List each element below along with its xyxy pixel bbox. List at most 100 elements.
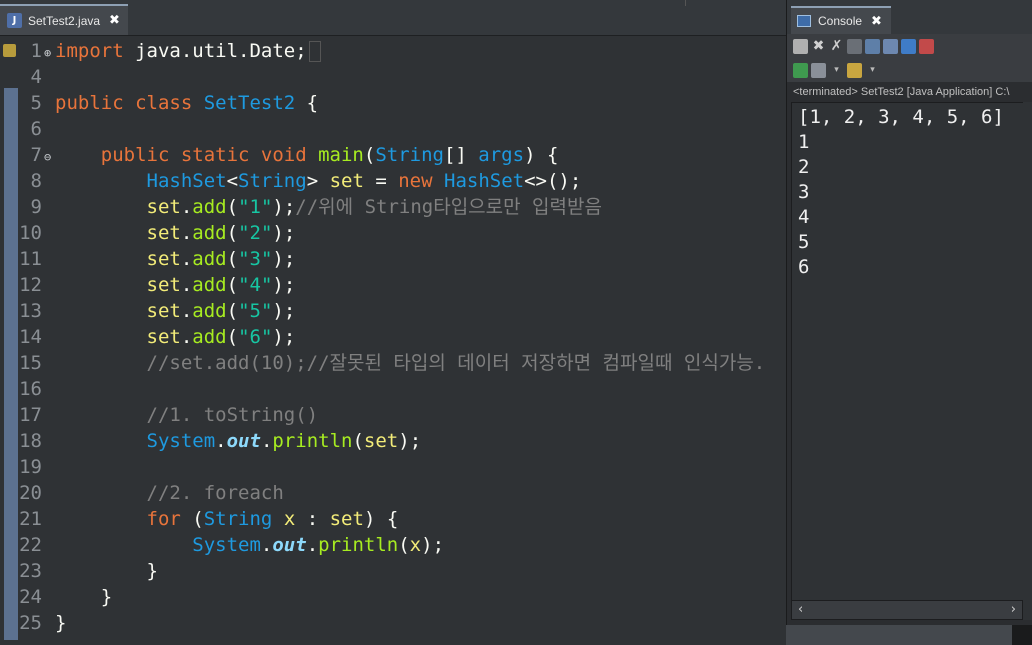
code-area[interactable]: 1 ⊕ import java.util.Date; 4 5 public class S… xyxy=(0,36,786,645)
warning-marker-icon[interactable] xyxy=(3,44,16,57)
code-token: . xyxy=(180,274,193,296)
open-console-icon[interactable] xyxy=(793,62,808,78)
code-line[interactable]: 14 set.add("6"); xyxy=(0,324,786,350)
code-line[interactable]: 15 //set.add(10);//잘못된 타입의 데이터 저장하면 컴파일때… xyxy=(0,350,786,376)
code-line[interactable]: 1 ⊕ import java.util.Date; xyxy=(0,38,786,64)
terminate-icon[interactable] xyxy=(793,38,808,54)
corner-block xyxy=(1012,625,1032,645)
vertical-scrollbar[interactable] xyxy=(1023,102,1032,620)
code-line[interactable]: 21 for (String x : set) { xyxy=(0,506,786,532)
display-console-icon[interactable] xyxy=(811,62,826,78)
code-line[interactable]: 23 } xyxy=(0,558,786,584)
code-token: ); xyxy=(272,326,296,348)
code-line[interactable]: 4 xyxy=(0,64,786,90)
display-selected-icon[interactable] xyxy=(919,38,934,54)
tab-title: SetTest2.java xyxy=(28,13,101,28)
code-line[interactable]: 24 } xyxy=(0,584,786,610)
code-line[interactable]: 22 System.out.println(x); xyxy=(0,532,786,558)
code-token: <>(); xyxy=(524,170,582,192)
code-line[interactable]: 9 set.add("1");//위에 String타입으로만 입력받음 xyxy=(0,194,786,220)
code-line[interactable]: 5 public class SetTest2 { xyxy=(0,90,786,116)
line-content: } xyxy=(55,610,66,636)
code-token: } xyxy=(55,612,67,634)
line-number: 17 xyxy=(19,404,42,426)
code-editor: J SetTest2.java ✖ 1 ⊕ import java.util.Dat… xyxy=(0,0,786,645)
console-output[interactable]: [1, 2, 3, 4, 5, 6] 1 2 3 4 5 6 xyxy=(791,102,1025,602)
line-number: 22 xyxy=(19,534,42,556)
scroll-right-icon[interactable]: › xyxy=(1011,602,1016,617)
line-number: 15 xyxy=(19,352,42,374)
code-token: //set.add(10);//잘못된 타입의 데이터 저장하면 컴파일때 인식… xyxy=(55,352,766,374)
tab-settest2-java[interactable]: J SetTest2.java ✖ xyxy=(0,4,128,35)
code-line[interactable]: 6 xyxy=(0,116,786,142)
code-token: public static void xyxy=(55,144,319,166)
remove-launch-icon[interactable]: ✖ xyxy=(811,38,826,54)
scroll-lock-icon[interactable] xyxy=(865,38,880,54)
code-line[interactable]: 25} xyxy=(0,610,786,636)
code-token: ( xyxy=(226,222,239,244)
console-output-line: [1, 2, 3, 4, 5, 6] xyxy=(798,106,1004,128)
chevron-down-icon[interactable]: ▾ xyxy=(829,63,844,78)
code-token: . xyxy=(260,430,273,452)
code-token: . xyxy=(180,196,193,218)
code-line[interactable]: 16 xyxy=(0,376,786,402)
code-token: ( xyxy=(226,326,239,348)
code-token: HashSet xyxy=(55,170,227,192)
code-token: ); xyxy=(398,430,422,452)
status-strip xyxy=(786,625,1032,645)
code-line[interactable]: 18 System.out.println(set); xyxy=(0,428,786,454)
code-token: { xyxy=(295,92,319,114)
code-line[interactable]: 17 //1. toString() xyxy=(0,402,786,428)
code-line[interactable]: 11 set.add("3"); xyxy=(0,246,786,272)
code-token: ( xyxy=(398,534,410,556)
pin-console-icon[interactable] xyxy=(901,38,916,54)
code-line[interactable]: 7 ⊖ public static void main(String[] args… xyxy=(0,142,786,168)
clear-console-icon[interactable] xyxy=(847,38,862,54)
word-wrap-icon[interactable] xyxy=(883,38,898,54)
code-token: println xyxy=(318,534,399,556)
code-line[interactable]: 13 set.add("5"); xyxy=(0,298,786,324)
code-token: ( xyxy=(192,508,204,530)
ide-window: J SetTest2.java ✖ 1 ⊕ import java.util.Dat… xyxy=(0,0,1032,645)
code-token: main xyxy=(318,144,364,166)
new-console-icon[interactable] xyxy=(847,62,862,78)
close-icon[interactable]: ✖ xyxy=(871,14,882,29)
horizontal-scrollbar[interactable]: ‹ › xyxy=(791,600,1023,620)
chevron-down-icon[interactable]: ▾ xyxy=(865,63,880,78)
code-line[interactable]: 8 HashSet<String> set = new HashSet<>(); xyxy=(0,168,786,194)
code-token: set xyxy=(55,274,181,296)
console-toolbar-secondary: ▾ ▾ xyxy=(787,58,1032,82)
code-token: ); xyxy=(272,196,296,218)
remove-all-icon[interactable]: ✗ xyxy=(829,38,844,54)
code-line[interactable]: 10 set.add("2"); xyxy=(0,220,786,246)
tab-console[interactable]: Console ✖ xyxy=(791,6,891,34)
code-line[interactable]: 19 xyxy=(0,454,786,480)
code-token: . xyxy=(180,300,193,322)
fold-toggle-icon[interactable]: ⊕ xyxy=(44,40,51,66)
line-content: set.add("3"); xyxy=(55,246,296,272)
line-number: 25 xyxy=(19,612,42,634)
code-token: ( xyxy=(226,248,239,270)
fold-toggle-icon[interactable]: ⊖ xyxy=(44,144,51,170)
code-token: = xyxy=(363,170,399,192)
line-content: //2. foreach xyxy=(55,480,284,506)
code-token: for xyxy=(55,508,193,530)
code-token: : xyxy=(295,508,330,530)
code-line[interactable]: 20 //2. foreach xyxy=(0,480,786,506)
line-content: } xyxy=(55,584,112,610)
code-token: "6" xyxy=(238,326,273,348)
scroll-left-icon[interactable]: ‹ xyxy=(798,602,803,617)
line-content: set.add("2"); xyxy=(55,220,296,246)
code-line[interactable]: 12 set.add("4"); xyxy=(0,272,786,298)
line-number: 23 xyxy=(19,560,42,582)
line-number: 18 xyxy=(19,430,42,452)
code-token: . xyxy=(180,222,193,244)
close-icon[interactable]: ✖ xyxy=(109,13,120,28)
console-output-line: 2 xyxy=(798,156,810,178)
code-token: java.util.Date; xyxy=(135,40,307,62)
line-number: 8 xyxy=(30,170,42,192)
console-icon xyxy=(797,15,811,27)
line-content: public static void main(String[] args) { xyxy=(55,142,559,168)
code-token: "5" xyxy=(238,300,273,322)
